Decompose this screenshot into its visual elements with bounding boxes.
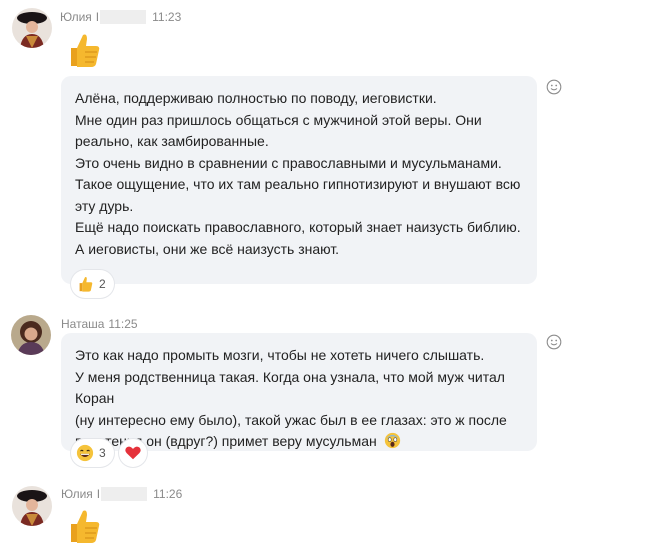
add-reaction-button[interactable] — [546, 79, 562, 95]
message-line: Ещё надо поискать православного, который… — [75, 219, 521, 235]
message-meta-2: Наташа 11:25 — [61, 317, 138, 331]
avatar-natasha[interactable] — [11, 315, 51, 355]
smiley-icon — [546, 334, 562, 350]
redacted-name-block — [100, 10, 147, 24]
message-bubble-2[interactable]: Это как надо промыть мозги, чтобы не хот… — [61, 333, 537, 451]
thumbs-up-icon — [79, 277, 93, 292]
reaction-laughing[interactable]: 3 — [71, 439, 114, 467]
reaction-count: 3 — [99, 446, 106, 460]
reaction-count: 2 — [99, 277, 106, 291]
thumbs-up-icon — [71, 34, 100, 67]
avatar-yulia[interactable] — [12, 486, 52, 526]
redacted-name-block — [101, 487, 148, 501]
message-line: эту дурь. — [75, 197, 134, 214]
message-meta-3: Юлия I 11:26 — [61, 487, 182, 501]
reaction-heart[interactable] — [119, 439, 147, 467]
message-line: Алёна, поддерживаю полностью по поводу, … — [75, 90, 437, 106]
author-suffix: I — [96, 487, 101, 501]
message-line: Мне один раз пришлось общаться с мужчино… — [75, 111, 482, 128]
message-bubble-1[interactable]: Алёна, поддерживаю полностью по поводу, … — [61, 76, 537, 284]
message-line: А иеговисты, они же всё наизусть знают. — [75, 240, 340, 257]
message-line: (ну интересно ему было), такой ужас был … — [75, 411, 507, 428]
author-name[interactable]: Юлия — [60, 10, 92, 24]
avatar-yulia[interactable] — [12, 8, 52, 48]
message-time: 11:26 — [153, 487, 183, 501]
message-line: Такое ощущение, что их там реально гипно… — [75, 176, 521, 192]
thumbs-up-emoji — [63, 506, 103, 551]
message-line: Это как надо промыть мозги, чтобы не хот… — [75, 347, 485, 363]
smiley-icon — [546, 79, 562, 95]
heart-icon — [125, 446, 141, 460]
add-reaction-button[interactable] — [546, 334, 562, 350]
message-line: У меня родственница такая. Когда она узн… — [75, 368, 505, 407]
message-meta-1: Юлия I 11:23 — [60, 10, 181, 24]
reaction-thumbs-up[interactable]: 2 — [71, 270, 114, 298]
message-time: 11:23 — [152, 10, 182, 24]
thumbs-up-emoji — [63, 30, 103, 75]
message-time: 11:25 — [108, 317, 138, 331]
thumbs-up-icon — [71, 510, 100, 543]
message-line: реально, как замбированные. — [75, 133, 269, 149]
author-suffix: I — [95, 10, 100, 24]
author-name[interactable]: Наташа — [61, 317, 104, 331]
author-name[interactable]: Юлия — [61, 487, 93, 501]
screaming-face-icon — [384, 432, 400, 449]
laughing-face-icon — [76, 444, 94, 462]
message-line: Это очень видно в сравнении с православн… — [75, 154, 502, 171]
